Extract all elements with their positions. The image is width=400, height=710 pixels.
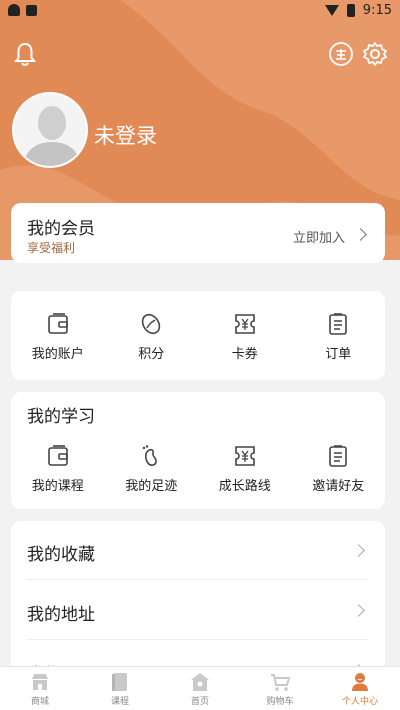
list-item-address[interactable]: 我的地址 bbox=[27, 581, 369, 640]
bottom-tab-bar: 商城 课程 首页 购物车 个人中心 bbox=[0, 666, 400, 710]
points-icon bbox=[142, 313, 161, 335]
coupon-icon bbox=[234, 314, 255, 334]
tab-course[interactable]: 课程 bbox=[80, 667, 160, 710]
account-item-label: 我的账户 bbox=[31, 347, 84, 362]
avatar[interactable] bbox=[12, 92, 88, 168]
list-item-favorites[interactable]: 我的收藏 bbox=[27, 521, 369, 580]
status-bar: 9:15 bbox=[0, 0, 400, 20]
invite-icon bbox=[329, 445, 348, 467]
chevron-right-icon bbox=[352, 544, 365, 557]
list-item-label: 我的地址 bbox=[27, 605, 95, 625]
study-item-label: 我的足迹 bbox=[125, 479, 178, 494]
bell-icon[interactable] bbox=[11, 40, 39, 68]
order-icon bbox=[329, 313, 348, 335]
study-item-growth-route[interactable]: 成长路线 bbox=[198, 443, 292, 494]
account-item-label: 卡券 bbox=[231, 347, 258, 362]
growth-route-icon bbox=[234, 446, 255, 466]
battery-icon bbox=[346, 3, 355, 17]
join-now-link[interactable]: 立即加入 bbox=[293, 227, 345, 246]
login-status-text[interactable]: 未登录 bbox=[94, 120, 157, 150]
chevron-right-icon bbox=[354, 228, 367, 241]
tab-label: 课程 bbox=[110, 696, 129, 707]
account-item-coupon[interactable]: 卡券 bbox=[198, 311, 292, 362]
study-item-label: 我的课程 bbox=[31, 479, 84, 494]
study-item-label: 邀请好友 bbox=[312, 479, 365, 494]
study-card: 我的学习 我的课程 我的足迹 成长路线 邀请好友 bbox=[11, 392, 385, 509]
study-item-course[interactable]: 我的课程 bbox=[11, 443, 105, 494]
wallet-icon bbox=[47, 313, 68, 334]
study-item-footprint[interactable]: 我的足迹 bbox=[105, 443, 199, 494]
list-item-label: 我的收藏 bbox=[27, 545, 95, 565]
course-icon bbox=[47, 445, 68, 466]
account-card: 我的账户 积分 卡券 订单 bbox=[11, 291, 385, 380]
tab-label: 首页 bbox=[190, 696, 209, 707]
account-item-label: 积分 bbox=[138, 347, 165, 362]
member-card[interactable]: 我的会员 享受福利 立即加入 bbox=[11, 203, 385, 263]
home-icon bbox=[191, 672, 209, 691]
member-subtitle: 享受福利 bbox=[27, 241, 76, 255]
tab-label: 个人中心 bbox=[341, 696, 378, 707]
gear-icon[interactable] bbox=[361, 40, 389, 68]
footprint-icon bbox=[143, 445, 158, 466]
account-item-points[interactable]: 积分 bbox=[105, 311, 199, 362]
tab-home[interactable]: 首页 bbox=[160, 667, 240, 710]
account-item-label: 订单 bbox=[325, 347, 352, 362]
notification-square-icon bbox=[26, 4, 37, 16]
tab-profile[interactable]: 个人中心 bbox=[320, 667, 400, 710]
member-title: 我的会员 bbox=[27, 219, 95, 239]
profile-icon bbox=[352, 672, 368, 691]
account-item-order[interactable]: 订单 bbox=[292, 311, 386, 362]
tab-store[interactable]: 商城 bbox=[0, 667, 80, 710]
checkin-icon[interactable] bbox=[327, 40, 355, 68]
account-item-wallet[interactable]: 我的账户 bbox=[11, 311, 105, 362]
settings-list: 我的收藏 我的地址 合作园 bbox=[11, 521, 385, 681]
status-time: 9:15 bbox=[362, 2, 392, 18]
study-item-label: 成长路线 bbox=[218, 479, 271, 494]
study-title: 我的学习 bbox=[27, 407, 95, 427]
tab-label: 购物车 bbox=[266, 696, 294, 707]
notification-app-icon bbox=[8, 4, 20, 16]
book-icon bbox=[112, 672, 127, 691]
cart-icon bbox=[271, 673, 291, 691]
store-icon bbox=[32, 673, 48, 690]
tab-cart[interactable]: 购物车 bbox=[240, 667, 320, 710]
study-item-invite[interactable]: 邀请好友 bbox=[292, 443, 386, 494]
tab-label: 商城 bbox=[30, 696, 49, 707]
wifi-icon bbox=[324, 4, 339, 16]
chevron-right-icon bbox=[352, 604, 365, 617]
